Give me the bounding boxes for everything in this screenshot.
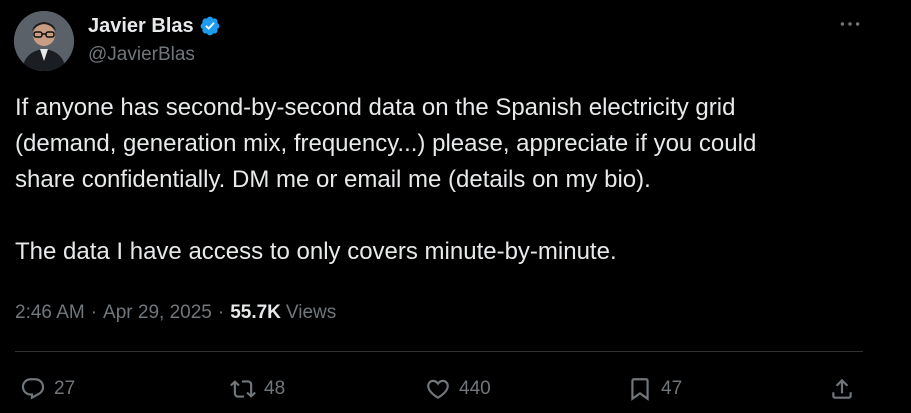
retweet-count: 48 (264, 378, 286, 399)
tweet-text-line: If anyone has second-by-second data on t… (15, 94, 736, 121)
tweet-text-blank-line (15, 198, 895, 234)
tweet-text-line: (demand, generation mix, frequency...) p… (15, 130, 757, 157)
bookmark-icon (631, 378, 649, 401)
share-icon (832, 378, 852, 399)
retweet-button[interactable]: 48 (230, 370, 285, 408)
meta-separator: · (90, 302, 98, 323)
views-label: Views (285, 302, 337, 323)
tweet-meta: 2:46 AM · Apr 29, 2025 · 55.7K Views (15, 300, 336, 326)
heart-icon (427, 379, 449, 399)
tweet-text-line: The data I have access to only covers mi… (15, 238, 617, 265)
divider (15, 351, 863, 352)
bookmark-button[interactable]: 47 (627, 370, 682, 408)
reply-icon (21, 378, 45, 400)
more-horizontal-icon (840, 22, 860, 26)
action-bar: 27 48 440 47 (0, 370, 911, 408)
tweet-text-line: share confidentially. DM me or email me … (15, 166, 651, 193)
verified-badge-icon (200, 16, 220, 36)
author-name-row[interactable]: Javier Blas (88, 13, 221, 39)
like-button[interactable]: 440 (425, 370, 491, 408)
tweet-date[interactable]: Apr 29, 2025 (103, 300, 212, 326)
tweet-text: If anyone has second-by-second data on t… (15, 90, 895, 270)
views-count: 55.7K (230, 302, 281, 323)
reply-button[interactable]: 27 (20, 370, 75, 408)
reply-count: 27 (54, 378, 76, 399)
author-handle[interactable]: @JavierBlas (88, 42, 195, 68)
like-count: 440 (459, 378, 491, 399)
retweet-icon (230, 380, 256, 398)
bookmark-count: 47 (661, 378, 683, 399)
tweet-time[interactable]: 2:46 AM (15, 300, 85, 326)
meta-separator: · (217, 302, 225, 323)
avatar-image (14, 11, 74, 71)
display-name[interactable]: Javier Blas (88, 13, 194, 39)
avatar[interactable] (14, 11, 74, 71)
more-button[interactable] (834, 10, 866, 38)
share-button[interactable] (829, 370, 855, 408)
